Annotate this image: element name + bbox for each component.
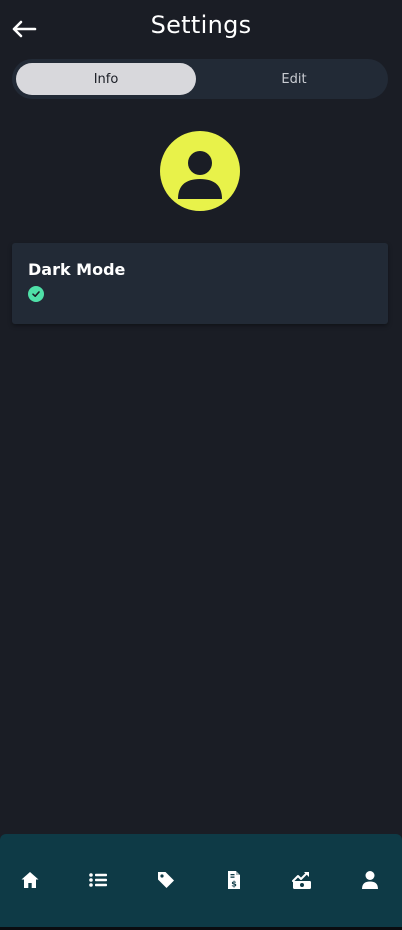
nav-home[interactable] <box>20 870 40 890</box>
money-growth-icon <box>292 872 311 889</box>
nav-reports[interactable] <box>292 870 312 890</box>
user-avatar-icon <box>178 151 222 199</box>
nav-list[interactable] <box>88 870 108 890</box>
tag-icon <box>158 872 174 888</box>
home-icon <box>21 872 39 888</box>
settings-screen: Settings Info Edit Dark Mode $ <box>0 0 402 930</box>
nav-invoices[interactable]: $ <box>224 870 244 890</box>
page-title: Settings <box>150 11 252 39</box>
setting-card-dark-mode[interactable]: Dark Mode <box>12 243 388 324</box>
avatar <box>160 131 240 211</box>
tab-info[interactable]: Info <box>16 63 196 95</box>
user-icon <box>362 871 378 889</box>
tab-bar: Info Edit <box>12 59 388 99</box>
tab-edit[interactable]: Edit <box>204 63 384 95</box>
bottom-nav: $ <box>0 834 402 927</box>
svg-text:$: $ <box>231 880 237 889</box>
nav-tags[interactable] <box>156 870 176 890</box>
list-icon <box>89 873 107 887</box>
invoice-icon: $ <box>228 871 240 889</box>
setting-label: Dark Mode <box>28 260 126 279</box>
check-circle-icon <box>28 286 44 302</box>
nav-profile[interactable] <box>360 870 380 890</box>
header: Settings <box>0 0 402 56</box>
